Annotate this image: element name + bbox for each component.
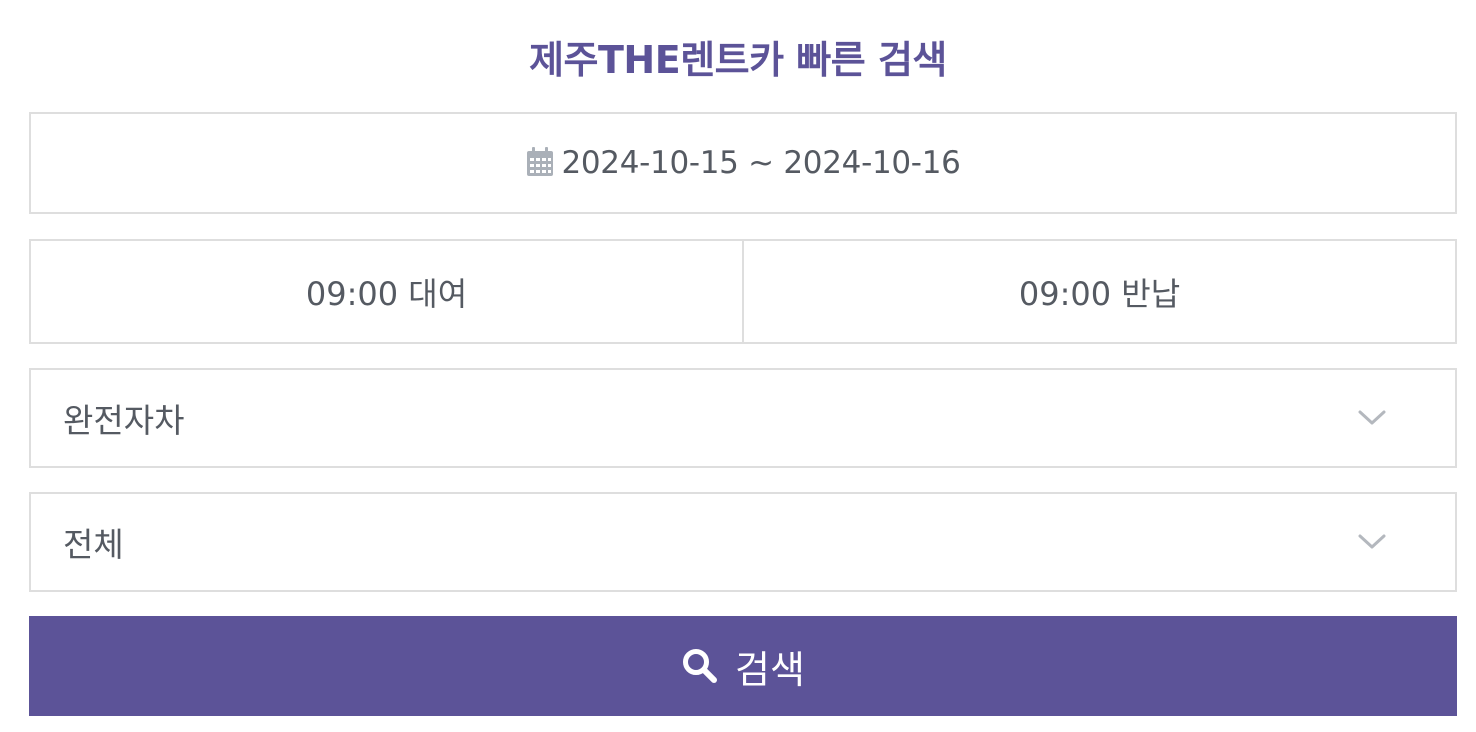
car-type-select[interactable]: 전체 [29,492,1457,592]
search-button-label: 검색 [735,647,805,692]
search-button[interactable]: 검색 [29,616,1457,716]
calendar-icon [527,147,554,176]
insurance-select-value: 완전자차 [63,401,185,440]
chevron-down-icon [1358,534,1386,549]
date-range-picker[interactable]: 2024-10-15 ~ 2024-10-16 [29,112,1457,214]
return-time-field[interactable]: 09:00 반납 [742,241,1455,342]
car-type-select-value: 전체 [63,525,124,564]
search-icon [683,649,718,683]
page-title: 제주THE렌트카 빠른 검색 [529,38,947,82]
date-range-text: 2024-10-15 ~ 2024-10-16 [561,145,961,181]
pickup-time-field[interactable]: 09:00 대여 [31,241,742,342]
chevron-down-icon [1358,410,1386,425]
insurance-select[interactable]: 완전자차 [29,368,1457,468]
time-selector: 09:00 대여 09:00 반납 [29,239,1457,344]
